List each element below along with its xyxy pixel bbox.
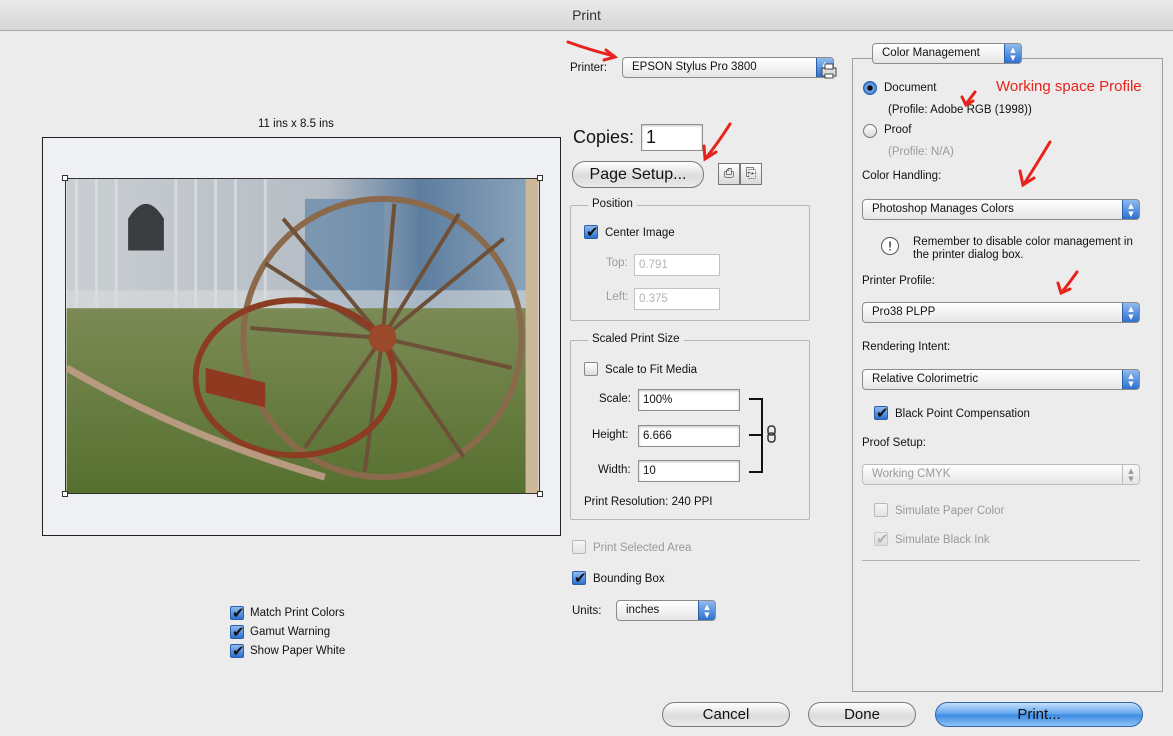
match-print-colors-label: Match Print Colors: [250, 607, 345, 619]
simulate-paper-color-label: Simulate Paper Color: [895, 505, 1005, 517]
height-field[interactable]: 6.666: [638, 425, 740, 447]
top-label: Top:: [606, 257, 628, 269]
svg-text:!: !: [888, 240, 893, 254]
printer-value: EPSON Stylus Pro 3800: [632, 61, 757, 73]
panel-divider: [862, 560, 1140, 561]
black-point-compensation-checkbox[interactable]: [874, 404, 889, 422]
document-profile-text: (Profile: Adobe RGB (1998)): [888, 104, 1032, 116]
chevron-updown-icon: ▲▼: [1122, 465, 1139, 484]
document-radio[interactable]: [863, 81, 877, 95]
simulate-black-ink-checkbox[interactable]: [874, 530, 889, 548]
black-point-compensation-label: Black Point Compensation: [895, 408, 1030, 420]
color-handling-label: Color Handling:: [862, 170, 942, 182]
chain-link-icon[interactable]: [748, 398, 782, 474]
crop-handle-bottom-left[interactable]: [62, 491, 68, 497]
proof-radio[interactable]: [863, 124, 877, 138]
print-selected-area-label: Print Selected Area: [593, 542, 692, 554]
printer-label: Printer:: [570, 62, 608, 74]
show-paper-white-label: Show Paper White: [250, 645, 346, 657]
chevron-updown-icon: ▲▼: [1122, 200, 1139, 219]
proof-label: Proof: [884, 124, 912, 136]
portrait-orientation-icon[interactable]: ⎙: [718, 163, 740, 185]
section-select-value: Color Management: [882, 47, 980, 59]
center-image-checkbox[interactable]: [584, 223, 599, 241]
cancel-button[interactable]: Cancel: [662, 702, 790, 727]
printer-settings-icon[interactable]: [820, 62, 838, 80]
width-field[interactable]: 10: [638, 460, 740, 482]
color-handling-value: Photoshop Manages Colors: [872, 203, 1014, 215]
chevron-updown-icon: ▲▼: [1004, 44, 1021, 63]
copies-field[interactable]: 1: [641, 124, 703, 151]
chevron-updown-icon: ▲▼: [1122, 303, 1139, 322]
top-field[interactable]: 0.791: [634, 254, 720, 276]
landscape-orientation-icon[interactable]: ⎘: [740, 163, 762, 185]
scaled-print-size-title: Scaled Print Size: [588, 333, 684, 345]
scale-field[interactable]: 100%: [638, 389, 740, 411]
chevron-updown-icon: ▲▼: [698, 601, 715, 620]
paper-size-label: 11 ins x 8.5 ins: [258, 118, 334, 130]
scale-label: Scale:: [599, 393, 631, 405]
print-selected-area-checkbox[interactable]: [572, 540, 586, 554]
simulate-black-ink-label: Simulate Black Ink: [895, 534, 990, 546]
printer-profile-label: Printer Profile:: [862, 275, 935, 287]
window-title: Print: [0, 0, 1173, 31]
printer-select[interactable]: EPSON Stylus Pro 3800 ▲▼: [622, 57, 834, 78]
bounding-box-checkbox[interactable]: [572, 569, 587, 587]
position-group-title: Position: [588, 198, 637, 210]
scale-to-fit-label: Scale to Fit Media: [605, 364, 698, 376]
left-label: Left:: [606, 291, 629, 303]
height-label: Height:: [592, 429, 629, 441]
units-label: Units:: [572, 605, 602, 617]
rendering-intent-label: Rendering Intent:: [862, 341, 951, 353]
gamut-warning-checkbox[interactable]: [230, 623, 245, 641]
page-setup-button[interactable]: Page Setup...: [572, 161, 704, 188]
gamut-warning-label: Gamut Warning: [250, 626, 331, 638]
rendering-intent-select[interactable]: Relative Colorimetric ▲ ▼: [862, 369, 1140, 390]
match-print-colors-checkbox[interactable]: [230, 604, 245, 622]
annotation-working-space-profile: Working space Profile: [996, 78, 1142, 95]
print-button[interactable]: Print...: [935, 702, 1143, 727]
units-value: inches: [626, 604, 660, 616]
done-button[interactable]: Done: [808, 702, 916, 727]
printer-profile-select[interactable]: Pro38 PLPP ▲ ▼: [862, 302, 1140, 323]
info-icon: !: [881, 237, 899, 255]
printer-profile-value: Pro38 PLPP: [872, 306, 936, 318]
left-field[interactable]: 0.375: [634, 288, 720, 310]
scale-to-fit-checkbox[interactable]: [584, 362, 598, 376]
crop-handle-top-right[interactable]: [537, 175, 543, 181]
color-handling-select[interactable]: Photoshop Manages Colors ▲ ▼: [862, 199, 1140, 220]
chevron-updown-icon: ▲▼: [1122, 370, 1139, 389]
proof-setup-value: Working CMYK: [872, 468, 951, 480]
preview-image[interactable]: [65, 178, 540, 494]
document-label: Document: [884, 82, 937, 94]
rendering-intent-value: Relative Colorimetric: [872, 373, 979, 385]
width-label: Width:: [598, 464, 631, 476]
color-management-warning: Remember to disable color management in …: [913, 236, 1133, 261]
center-image-label: Center Image: [605, 227, 675, 239]
print-resolution-text: Print Resolution: 240 PPI: [584, 496, 713, 508]
proof-setup-select[interactable]: Working CMYK ▲ ▼: [862, 464, 1140, 485]
bounding-box-label: Bounding Box: [593, 573, 665, 585]
show-paper-white-checkbox[interactable]: [230, 642, 245, 660]
crop-handle-top-left[interactable]: [62, 175, 68, 181]
section-select[interactable]: Color Management ▲ ▼: [872, 43, 1022, 64]
simulate-paper-color-checkbox[interactable]: [874, 503, 888, 517]
crop-handle-bottom-right[interactable]: [537, 491, 543, 497]
units-select[interactable]: inches ▲ ▼: [616, 600, 716, 621]
proof-profile-text: (Profile: N/A): [888, 146, 954, 158]
proof-setup-label: Proof Setup:: [862, 437, 926, 449]
copies-label: Copies:: [573, 127, 635, 147]
